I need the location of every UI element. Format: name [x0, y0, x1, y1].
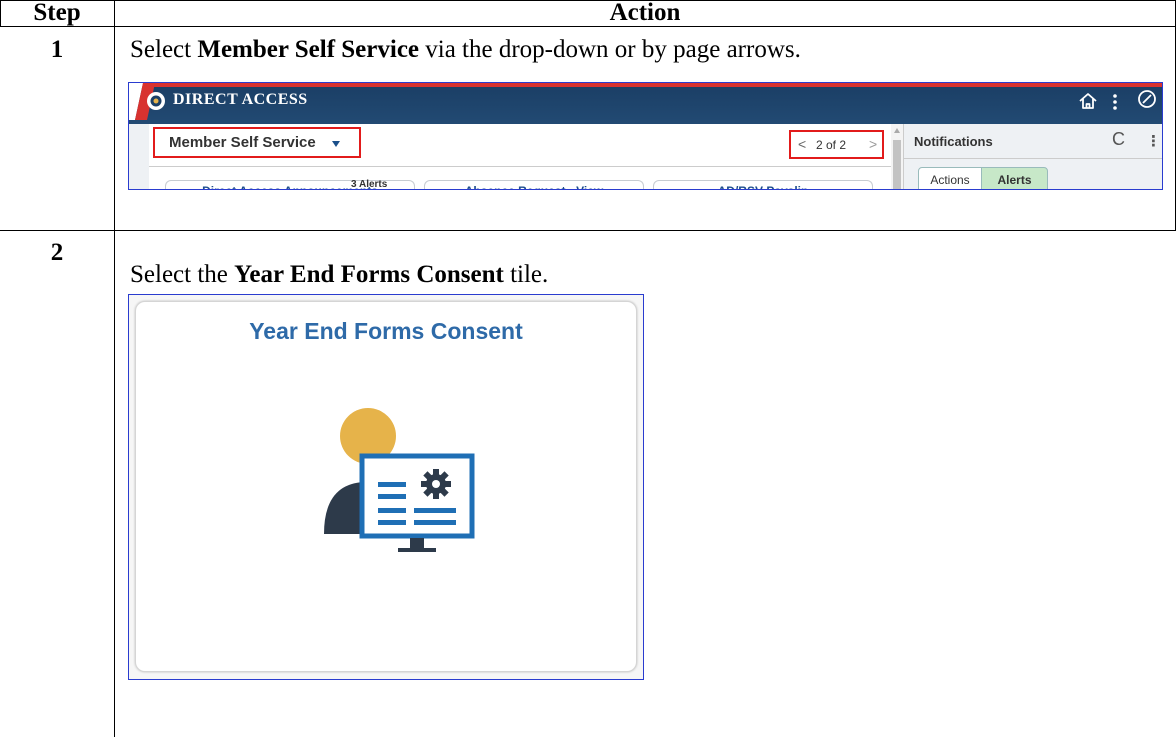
instruction-emphasis: Member Self Service — [197, 36, 420, 63]
divider — [149, 166, 891, 167]
instruction-text: tile. — [503, 261, 549, 288]
person-monitor-gear-icon — [324, 408, 475, 552]
step-instruction: Select Member Self Service via the drop-… — [130, 35, 801, 65]
alerts-count: 3 Alerts — [351, 179, 388, 190]
page-pager: < 2 of 2 > — [789, 130, 884, 159]
instruction-emphasis: Year End Forms Consent — [234, 261, 504, 288]
caret-down-icon — [332, 141, 340, 147]
tile-absence-request-view[interactable]: Absence Request - View — [424, 180, 644, 189]
compass-icon[interactable] — [1136, 88, 1158, 110]
year-end-forms-consent-tile[interactable]: Year End Forms Consent — [135, 301, 637, 672]
homepage-selector-label: Member Self Service — [169, 134, 316, 151]
header-action: Action — [609, 0, 681, 26]
home-icon[interactable] — [1077, 90, 1099, 112]
tab-alerts[interactable]: Alerts — [981, 167, 1048, 189]
divider — [904, 158, 1162, 159]
tab-actions[interactable]: Actions — [918, 167, 982, 189]
screenshot-year-end-forms-tile: Year End Forms Consent — [128, 294, 644, 680]
table-row-rule — [0, 230, 1176, 231]
step-number: 2 — [50, 239, 64, 266]
step-instruction: Select the Year End Forms Consent tile. — [130, 260, 548, 290]
previous-page-button[interactable]: < — [798, 136, 806, 152]
app-title: DIRECT ACCESS — [173, 91, 308, 108]
notifications-menu-icon[interactable]: ⋮ — [1146, 132, 1161, 150]
step-number: 1 — [50, 36, 64, 63]
instruction-text: Select the — [130, 261, 235, 288]
table-divider-rule — [114, 0, 115, 737]
content-left-margin — [129, 124, 149, 189]
kebab-menu-icon[interactable] — [1109, 90, 1121, 112]
screenshot-homepage-selector: DIRECT ACCESS Member Self Service < 2 of… — [128, 82, 1163, 190]
refresh-icon[interactable]: C — [1112, 129, 1125, 150]
notifications-title: Notifications — [914, 134, 993, 149]
instruction-text: via the drop-down or by page arrows. — [419, 36, 801, 63]
homepage-selector-dropdown[interactable]: Member Self Service — [153, 127, 361, 158]
coast-guard-logo-icon — [129, 83, 165, 120]
scrollbar-thumb[interactable] — [893, 140, 901, 189]
tile-ad-rsv-payslip[interactable]: AD/RSV Payslip — [653, 180, 873, 189]
notifications-panel: Notifications C ⋮ Actions Alerts — [903, 124, 1162, 189]
header-step: Step — [33, 0, 81, 26]
scroll-up-arrow-icon[interactable] — [894, 128, 900, 133]
tile-title: Year End Forms Consent — [249, 318, 523, 344]
page-indicator: 2 of 2 — [816, 138, 847, 152]
next-page-button[interactable]: > — [869, 136, 877, 152]
instruction-text: Select — [130, 36, 198, 63]
